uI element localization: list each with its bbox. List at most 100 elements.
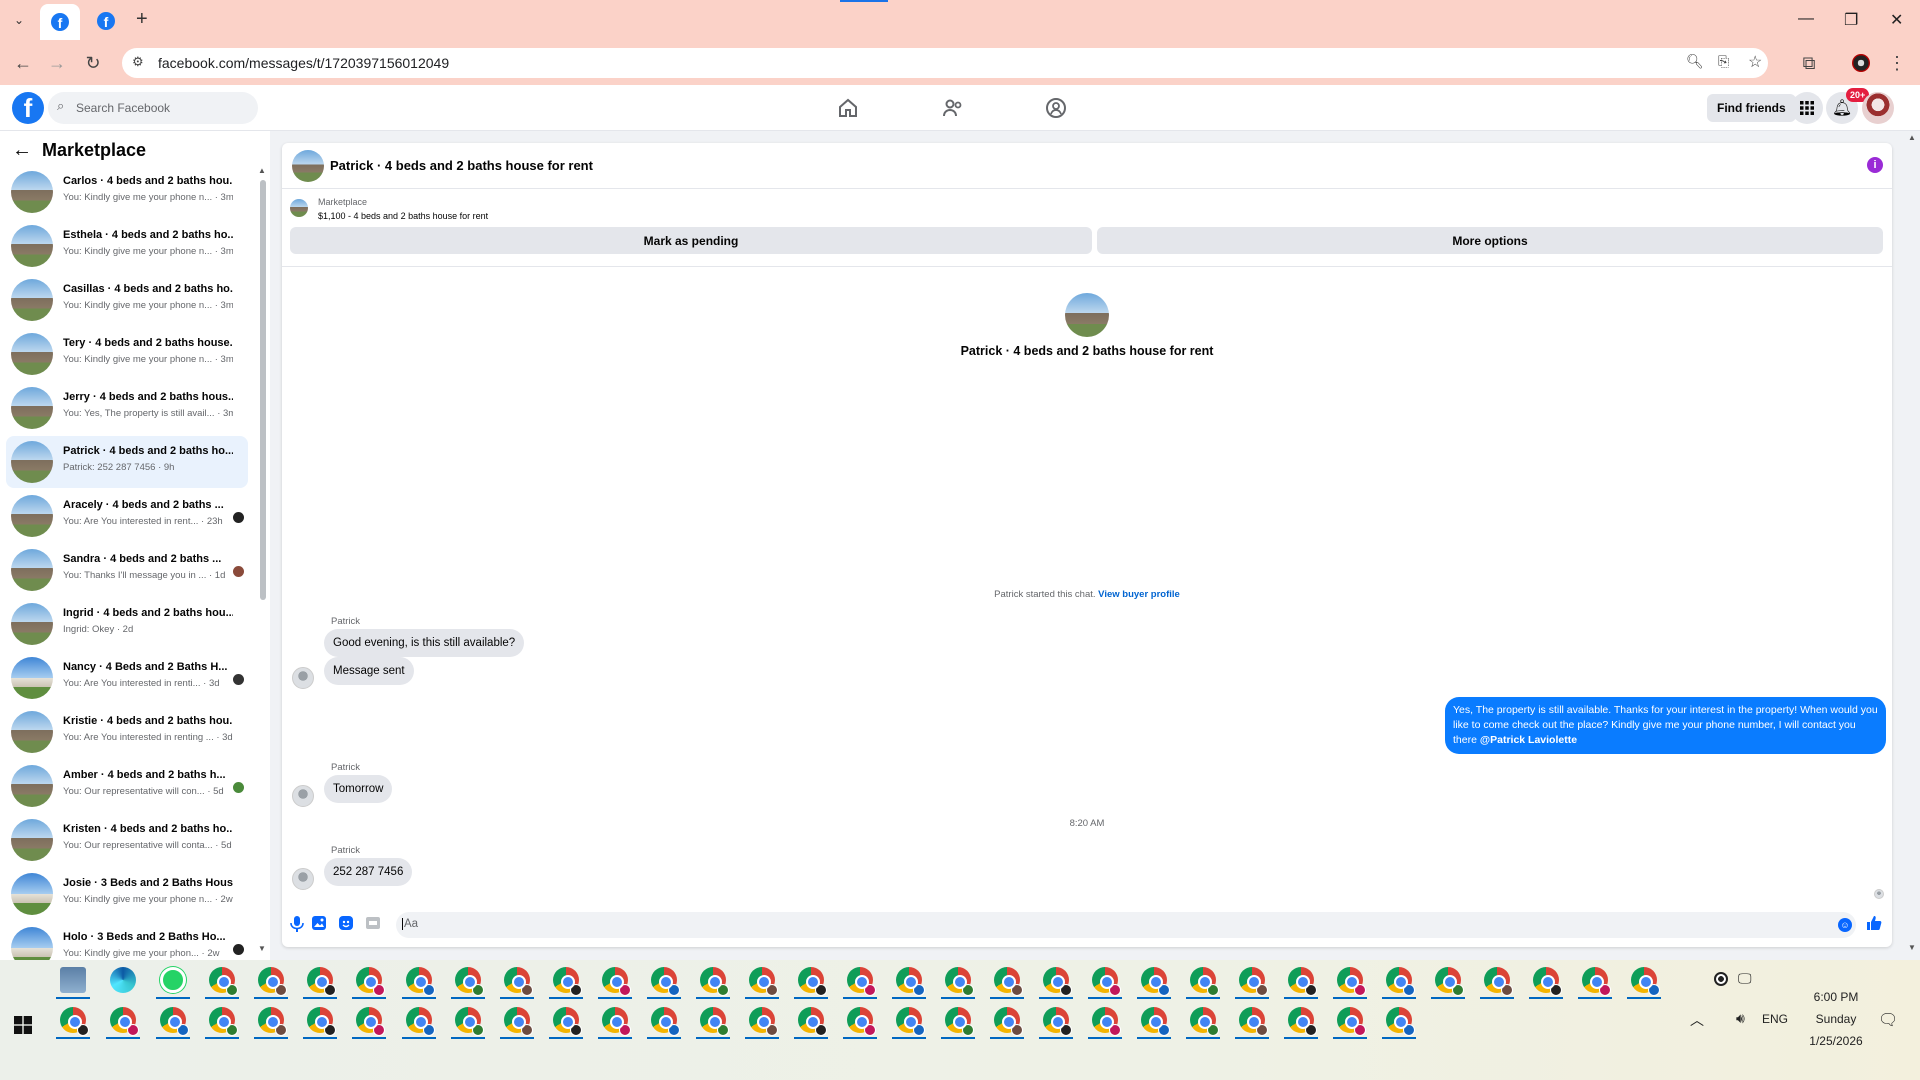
- message-bubble-incoming[interactable]: 252 287 7456: [324, 858, 413, 886]
- message-bubble-incoming[interactable]: Tomorrow: [324, 775, 393, 803]
- find-friends-button[interactable]: Find friends: [1707, 94, 1796, 122]
- conversation-item[interactable]: Sandra · 4 beds and 2 baths ... You: Than…: [6, 544, 248, 596]
- record-icon[interactable]: [1714, 972, 1728, 986]
- chrome-profile-icon[interactable]: [1337, 1007, 1366, 1036]
- chrome-profile-icon[interactable]: [896, 1007, 925, 1036]
- view-buyer-profile-link[interactable]: View buyer profile: [1098, 589, 1180, 600]
- chrome-profile-icon[interactable]: [1043, 967, 1072, 996]
- chrome-profile-icon[interactable]: [406, 1007, 435, 1036]
- scroll-up-arrow-icon[interactable]: ▲: [1908, 133, 1916, 142]
- chrome-profile-icon[interactable]: [258, 967, 287, 996]
- chrome-profile-icon[interactable]: [1239, 1007, 1268, 1036]
- edge-icon[interactable]: [110, 967, 136, 993]
- browser-menu-icon[interactable]: ⋮: [1886, 52, 1908, 74]
- chrome-profile-icon[interactable]: [994, 1007, 1023, 1036]
- address-bar[interactable]: ⚙ facebook.com/messages/t/17203971560120…: [122, 48, 1768, 78]
- emoji-icon[interactable]: ☺: [1838, 918, 1852, 932]
- thumbs-up-icon[interactable]: [1866, 915, 1882, 931]
- chrome-profile-icon[interactable]: [1386, 1007, 1415, 1036]
- back-arrow-icon[interactable]: ←: [12, 52, 34, 74]
- chrome-profile-icon[interactable]: [1092, 967, 1121, 996]
- conversation-item[interactable]: Casillas · 4 beds and 2 baths ho... You: …: [6, 274, 248, 326]
- conversation-item[interactable]: Kristen · 4 beds and 2 baths ho... You: O…: [6, 814, 248, 866]
- tab-list-dropdown[interactable]: ⌄: [8, 10, 30, 30]
- chrome-profile-icon[interactable]: [258, 1007, 287, 1036]
- extensions-icon[interactable]: ⧉: [1798, 52, 1820, 74]
- chrome-profile-icon[interactable]: [1043, 1007, 1072, 1036]
- chrome-profile-icon[interactable]: [1337, 967, 1366, 996]
- scroll-down-arrow-icon[interactable]: ▼: [258, 944, 266, 953]
- page-scrollbar[interactable]: ▲ ▼: [1904, 131, 1920, 960]
- chrome-profile-icon[interactable]: [455, 1007, 484, 1036]
- friends-icon[interactable]: [941, 96, 965, 120]
- clock-day[interactable]: Sunday: [1806, 1012, 1866, 1026]
- new-tab-button[interactable]: +: [136, 8, 148, 31]
- chrome-profile-icon[interactable]: [1582, 967, 1611, 996]
- home-icon[interactable]: [836, 96, 860, 120]
- conversation-item[interactable]: Aracely · 4 beds and 2 baths ... You: Are…: [6, 490, 248, 542]
- notification-center-icon[interactable]: 🗨︎: [1878, 1010, 1898, 1030]
- chrome-profile-icon[interactable]: [406, 967, 435, 996]
- chrome-profile-icon[interactable]: [1190, 967, 1219, 996]
- sidebar-scrollbar[interactable]: ▲ ▼: [258, 166, 268, 960]
- scroll-up-arrow-icon[interactable]: ▲: [258, 166, 266, 175]
- conversation-item[interactable]: Tery · 4 beds and 2 baths house... You: K…: [6, 328, 248, 380]
- clock-time[interactable]: 6:00 PM: [1806, 990, 1866, 1004]
- scrollbar-thumb[interactable]: [260, 180, 266, 600]
- menu-grid-button[interactable]: [1791, 92, 1823, 124]
- chrome-profile-icon[interactable]: [749, 1007, 778, 1036]
- account-avatar[interactable]: [1862, 92, 1894, 124]
- chrome-profile-icon[interactable]: [160, 1007, 189, 1036]
- chrome-profile-icon[interactable]: [209, 1007, 238, 1036]
- clock-date[interactable]: 1/25/2026: [1800, 1034, 1872, 1048]
- chat-header-title[interactable]: Patrick · 4 beds and 2 baths house for r…: [330, 158, 593, 173]
- chrome-profile-icon[interactable]: [602, 967, 631, 996]
- screen-icon[interactable]: 🖵︎: [1738, 970, 1752, 987]
- chrome-profile-icon[interactable]: [553, 967, 582, 996]
- forward-arrow-icon[interactable]: →: [46, 52, 68, 74]
- conversation-item[interactable]: Esthela · 4 beds and 2 baths ho... You: K…: [6, 220, 248, 272]
- reload-icon[interactable]: ↻: [82, 52, 104, 74]
- volume-icon[interactable]: 🔊︎: [1736, 1010, 1745, 1027]
- chrome-profile-icon[interactable]: [945, 967, 974, 996]
- conversation-item[interactable]: Patrick · 4 beds and 2 baths ho... Patric…: [6, 436, 248, 488]
- chrome-profile-icon[interactable]: [1435, 967, 1464, 996]
- back-arrow-icon[interactable]: ←: [12, 139, 32, 162]
- contacts-app-icon[interactable]: [60, 967, 86, 993]
- conversation-item[interactable]: Kristie · 4 beds and 2 baths hou... You: …: [6, 706, 248, 758]
- minimize-icon[interactable]: —: [1798, 10, 1814, 28]
- chrome-profile-icon[interactable]: [602, 1007, 631, 1036]
- chrome-profile-icon[interactable]: [798, 967, 827, 996]
- chrome-profile-icon[interactable]: [1484, 967, 1513, 996]
- chrome-profile-icon[interactable]: [1190, 1007, 1219, 1036]
- chrome-profile-icon[interactable]: [700, 1007, 729, 1036]
- message-bubble-incoming[interactable]: Good evening, is this still available?: [324, 629, 525, 657]
- mark-as-pending-button[interactable]: Mark as pending: [290, 227, 1092, 254]
- sticker-icon[interactable]: [339, 916, 353, 930]
- chrome-profile-icon[interactable]: [1533, 967, 1562, 996]
- tab-facebook-active[interactable]: f: [40, 4, 80, 40]
- chrome-profile-icon[interactable]: [1631, 967, 1660, 996]
- bookmark-star-icon[interactable]: ☆: [1748, 52, 1762, 72]
- profile-icon[interactable]: [1852, 54, 1870, 72]
- zoom-icon[interactable]: 🔍︎: [1686, 53, 1704, 70]
- more-options-button[interactable]: More options: [1097, 227, 1883, 254]
- conversation-item[interactable]: Carlos · 4 beds and 2 baths hou... You: K…: [6, 166, 248, 218]
- microphone-icon[interactable]: [290, 916, 304, 932]
- chrome-profile-icon[interactable]: [749, 967, 778, 996]
- chrome-profile-icon[interactable]: [1386, 967, 1415, 996]
- conversation-item[interactable]: Jerry · 4 beds and 2 baths hous... You: Y…: [6, 382, 248, 434]
- chrome-profile-icon[interactable]: [945, 1007, 974, 1036]
- chrome-profile-icon[interactable]: [896, 967, 925, 996]
- facebook-logo-icon[interactable]: f: [12, 92, 44, 124]
- chrome-profile-icon[interactable]: [1141, 967, 1170, 996]
- photo-icon[interactable]: [312, 916, 326, 930]
- install-app-icon[interactable]: ⎘: [1718, 53, 1729, 70]
- conversation-item[interactable]: Ingrid · 4 beds and 2 baths hou... Ingrid…: [6, 598, 248, 650]
- chat-header-avatar[interactable]: [292, 150, 324, 182]
- close-window-icon[interactable]: ✕: [1890, 10, 1903, 30]
- chrome-profile-icon[interactable]: [700, 967, 729, 996]
- chrome-profile-icon[interactable]: [110, 1007, 139, 1036]
- language-indicator[interactable]: ENG: [1762, 1012, 1788, 1026]
- sender-avatar[interactable]: [292, 868, 314, 890]
